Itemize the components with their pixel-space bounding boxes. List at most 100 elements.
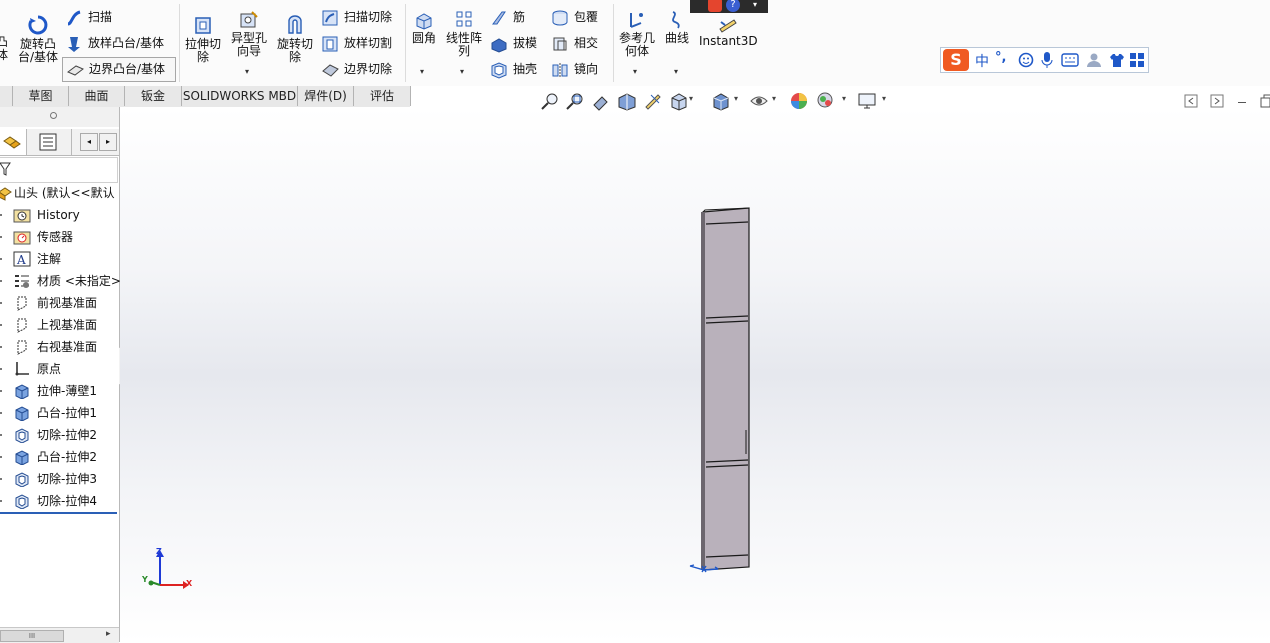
tree-expander[interactable] — [0, 434, 2, 436]
tab-sketch[interactable]: 草图 — [13, 86, 69, 106]
boundary-cut-button[interactable]: 边界切除 — [321, 58, 392, 80]
apply-scene-dropdown[interactable]: ▾ — [842, 94, 846, 103]
curves-dropdown[interactable]: ▾ — [674, 67, 678, 76]
tree-expander[interactable] — [0, 324, 2, 326]
tree-expander[interactable] — [0, 456, 2, 458]
tree-expander[interactable] — [0, 258, 2, 260]
tree-item[interactable]: 右视基准面 — [0, 336, 119, 358]
tree-item[interactable]: History — [0, 204, 119, 226]
tree-item[interactable]: 前视基准面 — [0, 292, 119, 314]
feature-manager-tab[interactable] — [0, 129, 27, 155]
tree-item[interactable]: A 注解 — [0, 248, 119, 270]
rollback-bar[interactable] — [0, 512, 117, 514]
panel-scroll-right[interactable]: ▸ — [99, 133, 117, 151]
tree-item[interactable]: 凸台-拉伸1 — [0, 402, 119, 424]
tree-expander[interactable] — [0, 478, 2, 480]
shell-button[interactable]: 抽壳 — [490, 58, 537, 80]
3d-part-model[interactable] — [680, 200, 770, 590]
tree-item[interactable]: 拉伸-薄壁1 — [0, 380, 119, 402]
skin-shirt-icon[interactable] — [1109, 52, 1125, 68]
mirror-button[interactable]: 镜向 — [551, 58, 598, 80]
tree-expander[interactable] — [0, 236, 2, 238]
tree-item[interactable]: 原点 — [0, 358, 119, 380]
help-icon[interactable]: ? — [726, 0, 740, 12]
panel-horizontal-scrollbar[interactable]: III ▸ — [0, 627, 119, 643]
reference-geometry-dropdown[interactable]: ▾ — [633, 67, 637, 76]
fillet-dropdown[interactable]: ▾ — [420, 67, 424, 76]
tree-item[interactable]: 传感器 — [0, 226, 119, 248]
revolve-cut-button[interactable]: 旋转切 除 — [274, 14, 316, 64]
rib-button[interactable]: 筋 — [490, 6, 525, 28]
collapse-panel-left-icon[interactable] — [1184, 94, 1198, 108]
ime-punct-toggle[interactable]: °, — [995, 50, 1006, 65]
view-settings-dropdown[interactable]: ▾ — [882, 94, 886, 103]
zoom-to-fit-icon[interactable] — [540, 91, 560, 111]
tab-evaluate[interactable]: 评估 — [354, 86, 411, 106]
display-style-dropdown[interactable]: ▾ — [734, 94, 738, 103]
tree-item[interactable]: 凸台-拉伸2 — [0, 446, 119, 468]
view-orientation-dropdown[interactable]: ▾ — [689, 94, 693, 103]
section-view-icon[interactable] — [617, 91, 637, 111]
tab-sheet-metal[interactable]: 钣金 — [125, 86, 182, 106]
view-settings-monitor-icon[interactable] — [857, 91, 879, 111]
tab-surfaces[interactable]: 曲面 — [69, 86, 125, 106]
sogou-logo-icon[interactable]: S — [943, 49, 969, 71]
sweep-button[interactable]: 扫描 — [65, 6, 112, 28]
linear-pattern-dropdown[interactable]: ▾ — [460, 67, 464, 76]
sweep-cut-button[interactable]: 扫描切除 — [321, 6, 392, 28]
restore-window-icon[interactable] — [1260, 94, 1270, 108]
scroll-right-arrow-icon[interactable]: ▸ — [106, 629, 111, 639]
display-style-icon[interactable] — [711, 91, 731, 111]
microphone-icon[interactable] — [1040, 51, 1054, 69]
previous-view-icon[interactable] — [591, 91, 611, 111]
scrollbar-thumb[interactable]: III — [0, 630, 64, 642]
view-orientation-icon[interactable] — [669, 91, 689, 111]
tree-expander[interactable] — [0, 280, 2, 282]
tree-item[interactable]: 切除-拉伸2 — [0, 424, 119, 446]
property-manager-tab[interactable] — [27, 129, 72, 155]
tree-item[interactable]: 切除-拉伸4 — [0, 490, 119, 512]
reference-geometry-button[interactable]: 参考几 何体 — [616, 10, 658, 58]
tree-expander[interactable] — [0, 368, 2, 370]
loft-boss-button[interactable]: 放样凸台/基体 — [65, 32, 164, 54]
zoom-to-area-icon[interactable] — [565, 91, 585, 111]
dynamic-annotation-view-icon[interactable] — [643, 91, 663, 111]
tree-expander[interactable] — [0, 302, 2, 304]
linear-pattern-button[interactable]: 线性阵 列 — [443, 10, 485, 58]
tree-filter-bar[interactable] — [0, 157, 118, 183]
toolbox-grid-icon[interactable] — [1129, 52, 1145, 68]
apply-scene-icon[interactable] — [815, 91, 835, 111]
wrap-button[interactable]: 包覆 — [551, 6, 598, 28]
fillet-button[interactable]: 圆角 — [409, 10, 439, 45]
tab-weldments[interactable]: 焊件(D) — [298, 86, 354, 106]
collapse-panel-right-icon[interactable] — [1210, 94, 1224, 108]
tree-expander[interactable] — [0, 390, 2, 392]
tab-solidworks-mbd[interactable]: SOLIDWORKS MBD — [182, 86, 298, 106]
intersect-button[interactable]: 相交 — [551, 32, 598, 54]
hide-show-items-icon[interactable] — [749, 91, 769, 111]
extrude-cut-button[interactable]: 拉伸切 除 — [182, 14, 224, 64]
boundary-boss-button[interactable]: 边界凸台/基体 — [62, 57, 176, 82]
revolve-boss-button[interactable]: 旋转凸 台/基体 — [14, 14, 62, 64]
hole-wizard-button[interactable]: 异型孔 向导 — [228, 10, 270, 58]
tree-expander[interactable] — [0, 214, 2, 216]
instant3d-button[interactable]: Instant3D — [699, 17, 758, 48]
hole-wizard-dropdown[interactable]: ▾ — [245, 67, 249, 76]
curves-button[interactable]: 曲线 — [661, 10, 693, 45]
minimize-icon[interactable] — [1238, 102, 1246, 103]
loft-cut-button[interactable]: 放样切割 — [321, 32, 392, 54]
hide-show-dropdown[interactable]: ▾ — [772, 94, 776, 103]
help-dropdown-icon[interactable]: ▾ — [753, 0, 757, 9]
emoji-icon[interactable] — [1018, 52, 1034, 68]
partial-feature-button[interactable]: 凸 体 — [0, 36, 10, 62]
tree-item[interactable]: 材质 <未指定> — [0, 270, 121, 292]
tree-expander[interactable] — [0, 412, 2, 414]
panel-scroll-left[interactable]: ◂ — [80, 133, 98, 151]
ime-mode-toggle[interactable]: 中 — [975, 51, 989, 71]
keyboard-icon[interactable] — [1061, 53, 1079, 67]
tree-expander[interactable] — [0, 346, 2, 348]
tree-item[interactable]: 上视基准面 — [0, 314, 119, 336]
tree-item[interactable]: 切除-拉伸3 — [0, 468, 119, 490]
draft-button[interactable]: 拔模 — [490, 32, 537, 54]
tree-root-part[interactable]: 山头 (默认<<默认 — [0, 182, 119, 204]
